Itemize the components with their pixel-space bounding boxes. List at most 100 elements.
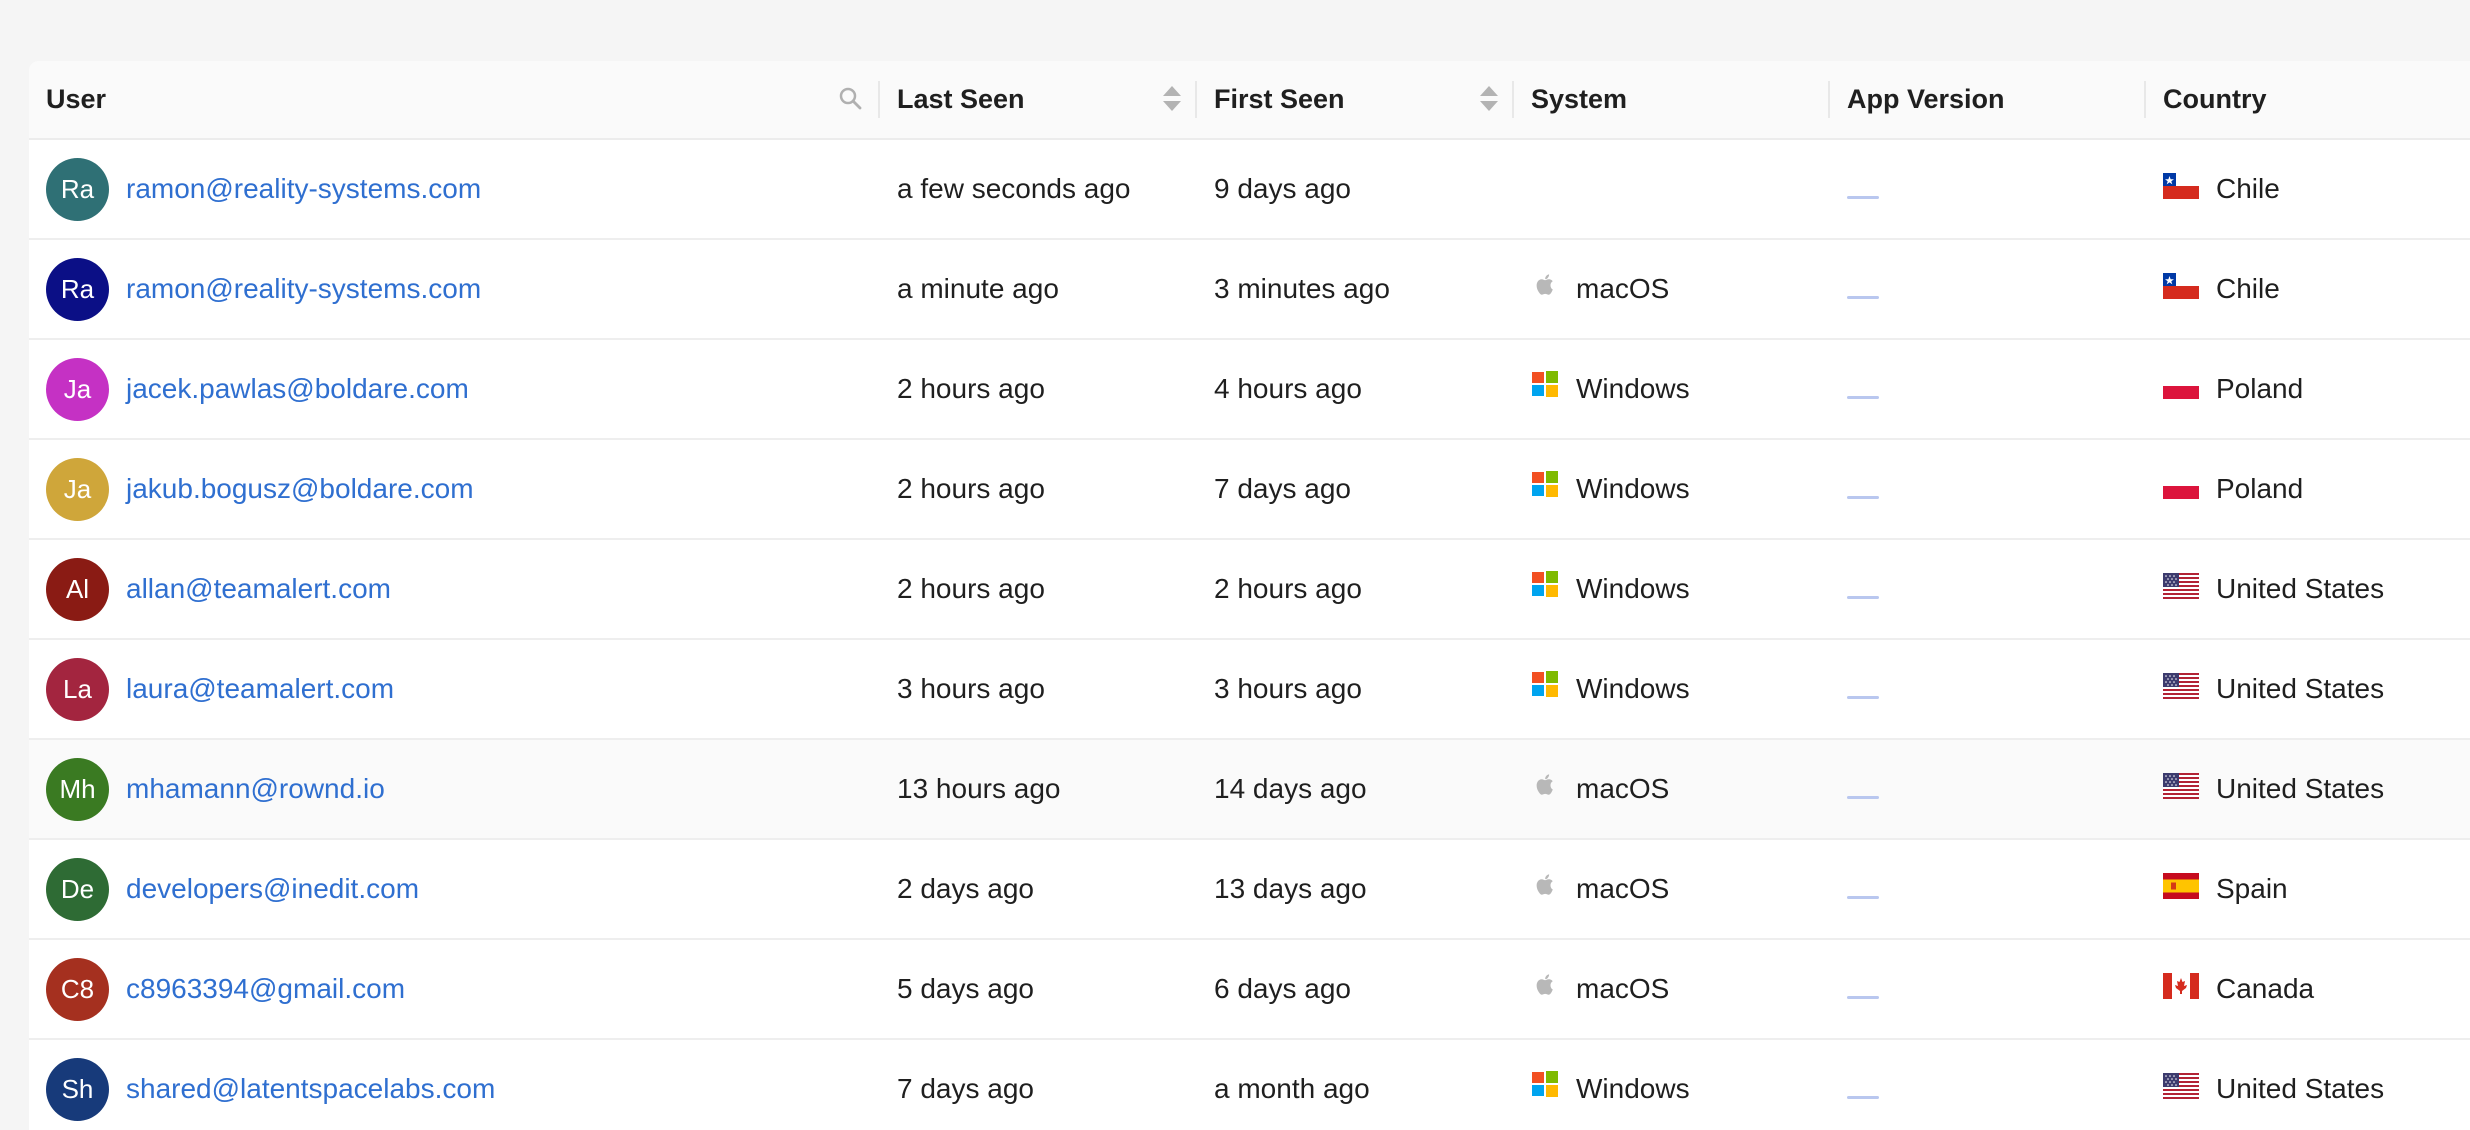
- last-seen-cell: 2 days ago: [897, 840, 1197, 938]
- country-value: United States: [2216, 1073, 2385, 1104]
- system-value: macOS: [1576, 973, 1670, 1004]
- first-seen-cell: 9 days ago: [1214, 140, 1514, 238]
- user-cell: C8 c8963394@gmail.com: [46, 940, 880, 1038]
- column-header-label: First Seen: [1214, 84, 1345, 114]
- sort-icon[interactable]: [1478, 83, 1500, 115]
- table-row[interactable]: Ra ramon@reality-systems.com a few secon…: [29, 140, 2470, 240]
- system-value: Windows: [1576, 373, 1690, 404]
- user-email-link[interactable]: allan@teamalert.com: [126, 573, 391, 605]
- country-cell: United States: [2163, 1040, 2470, 1130]
- last-seen-value: 13 hours ago: [897, 773, 1061, 804]
- user-cell: Al allan@teamalert.com: [46, 540, 880, 638]
- first-seen-cell: 14 days ago: [1214, 740, 1514, 838]
- first-seen-value: a month ago: [1214, 1073, 1370, 1104]
- last-seen-cell: 5 days ago: [897, 940, 1197, 1038]
- system-cell: macOS: [1530, 740, 1830, 838]
- empty-value-dash: [1847, 895, 1879, 899]
- app-version-cell: [1847, 1040, 2146, 1130]
- column-header-country[interactable]: Country: [2146, 61, 2470, 138]
- user-email-link[interactable]: ramon@reality-systems.com: [126, 173, 481, 205]
- empty-value-dash: [1847, 995, 1879, 999]
- app-version-cell: [1847, 740, 2146, 838]
- user-email-link[interactable]: mhamann@rownd.io: [126, 773, 385, 805]
- last-seen-cell: 2 hours ago: [897, 440, 1197, 538]
- last-seen-value: 3 hours ago: [897, 673, 1045, 704]
- country-value: Poland: [2216, 373, 2304, 404]
- last-seen-cell: 3 hours ago: [897, 640, 1197, 738]
- column-header-first-seen[interactable]: First Seen: [1197, 61, 1514, 138]
- app-version-cell: [1847, 940, 2146, 1038]
- empty-value-dash: [1847, 695, 1879, 699]
- apple-icon: [1536, 774, 1553, 795]
- country-cell: Chile: [2163, 240, 2470, 338]
- last-seen-value: 2 days ago: [897, 873, 1034, 904]
- system-value: Windows: [1576, 673, 1690, 704]
- apple-icon: [1536, 874, 1553, 895]
- table-row[interactable]: Ja jakub.bogusz@boldare.com 2 hours ago …: [29, 440, 2470, 540]
- system-cell: Windows: [1530, 440, 1830, 538]
- table-row[interactable]: C8 c8963394@gmail.com 5 days ago 6 days …: [29, 940, 2470, 1040]
- system-cell: Windows: [1530, 1040, 1830, 1130]
- user-email-link[interactable]: laura@teamalert.com: [126, 673, 394, 705]
- system-cell: macOS: [1530, 240, 1830, 338]
- app-version-cell: [1847, 840, 2146, 938]
- country-value: Spain: [2216, 873, 2288, 904]
- system-cell: macOS: [1530, 840, 1830, 938]
- user-email-link[interactable]: ramon@reality-systems.com: [126, 273, 481, 305]
- search-icon[interactable]: [838, 85, 864, 113]
- country-value: United States: [2216, 573, 2385, 604]
- table-row[interactable]: La laura@teamalert.com 3 hours ago 3 hou…: [29, 640, 2470, 740]
- country-value: Chile: [2216, 273, 2280, 304]
- app-version-cell: [1847, 340, 2146, 438]
- avatar: C8: [46, 957, 109, 1021]
- user-email-link[interactable]: jacek.pawlas@boldare.com: [126, 373, 469, 405]
- user-email-link[interactable]: c8963394@gmail.com: [126, 973, 405, 1005]
- user-cell: Sh shared@latentspacelabs.com: [46, 1040, 880, 1130]
- user-email-link[interactable]: jakub.bogusz@boldare.com: [126, 473, 474, 505]
- user-cell: Ja jacek.pawlas@boldare.com: [46, 340, 880, 438]
- empty-value-dash: [1847, 595, 1879, 599]
- country-cell: Canada: [2163, 940, 2470, 1038]
- avatar: Sh: [46, 1057, 109, 1121]
- first-seen-cell: 7 days ago: [1214, 440, 1514, 538]
- last-seen-cell: 2 hours ago: [897, 340, 1197, 438]
- app-version-cell: [1847, 140, 2146, 238]
- column-header-app-version[interactable]: App Version: [1830, 61, 2146, 138]
- system-cell: Windows: [1530, 640, 1830, 738]
- table-row[interactable]: Mh mhamann@rownd.io 13 hours ago 14 days…: [29, 740, 2470, 840]
- system-cell: [1530, 140, 1830, 238]
- empty-value-dash: [1847, 395, 1879, 399]
- last-seen-cell: 13 hours ago: [897, 740, 1197, 838]
- empty-value-dash: [1847, 195, 1879, 199]
- country-cell: Spain: [2163, 840, 2470, 938]
- country-cell: United States: [2163, 540, 2470, 638]
- table-row[interactable]: Al allan@teamalert.com 2 hours ago 2 hou…: [29, 540, 2470, 640]
- table-row[interactable]: De developers@inedit.com 2 days ago 13 d…: [29, 840, 2470, 940]
- column-header-system[interactable]: System: [1514, 61, 1830, 138]
- last-seen-value: 7 days ago: [897, 1073, 1034, 1104]
- app-version-cell: [1847, 440, 2146, 538]
- sort-icon[interactable]: [1161, 83, 1183, 115]
- table-row[interactable]: Ja jacek.pawlas@boldare.com 2 hours ago …: [29, 340, 2470, 440]
- column-header-user[interactable]: User: [29, 61, 880, 138]
- first-seen-cell: 4 hours ago: [1214, 340, 1514, 438]
- column-header-label: System: [1531, 84, 1628, 114]
- table-row[interactable]: Sh shared@latentspacelabs.com 7 days ago…: [29, 1040, 2470, 1130]
- system-cell: macOS: [1530, 940, 1830, 1038]
- table-header: User Last Seen First Seen System App Ver…: [29, 61, 2470, 140]
- country-cell: United States: [2163, 740, 2470, 838]
- user-email-link[interactable]: developers@inedit.com: [126, 873, 419, 905]
- app-version-cell: [1847, 240, 2146, 338]
- first-seen-cell: 6 days ago: [1214, 940, 1514, 1038]
- user-email-link[interactable]: shared@latentspacelabs.com: [126, 1073, 495, 1105]
- column-header-last-seen[interactable]: Last Seen: [880, 61, 1197, 138]
- chile-flag-icon: [2163, 273, 2199, 299]
- first-seen-value: 3 hours ago: [1214, 673, 1362, 704]
- poland-flag-icon: [2163, 373, 2199, 399]
- last-seen-value: a few seconds ago: [897, 173, 1131, 204]
- usa-flag-icon: [2163, 573, 2199, 599]
- first-seen-value: 7 days ago: [1214, 473, 1351, 504]
- first-seen-value: 4 hours ago: [1214, 373, 1362, 404]
- canada-flag-icon: [2163, 973, 2199, 999]
- table-row[interactable]: Ra ramon@reality-systems.com a minute ag…: [29, 240, 2470, 340]
